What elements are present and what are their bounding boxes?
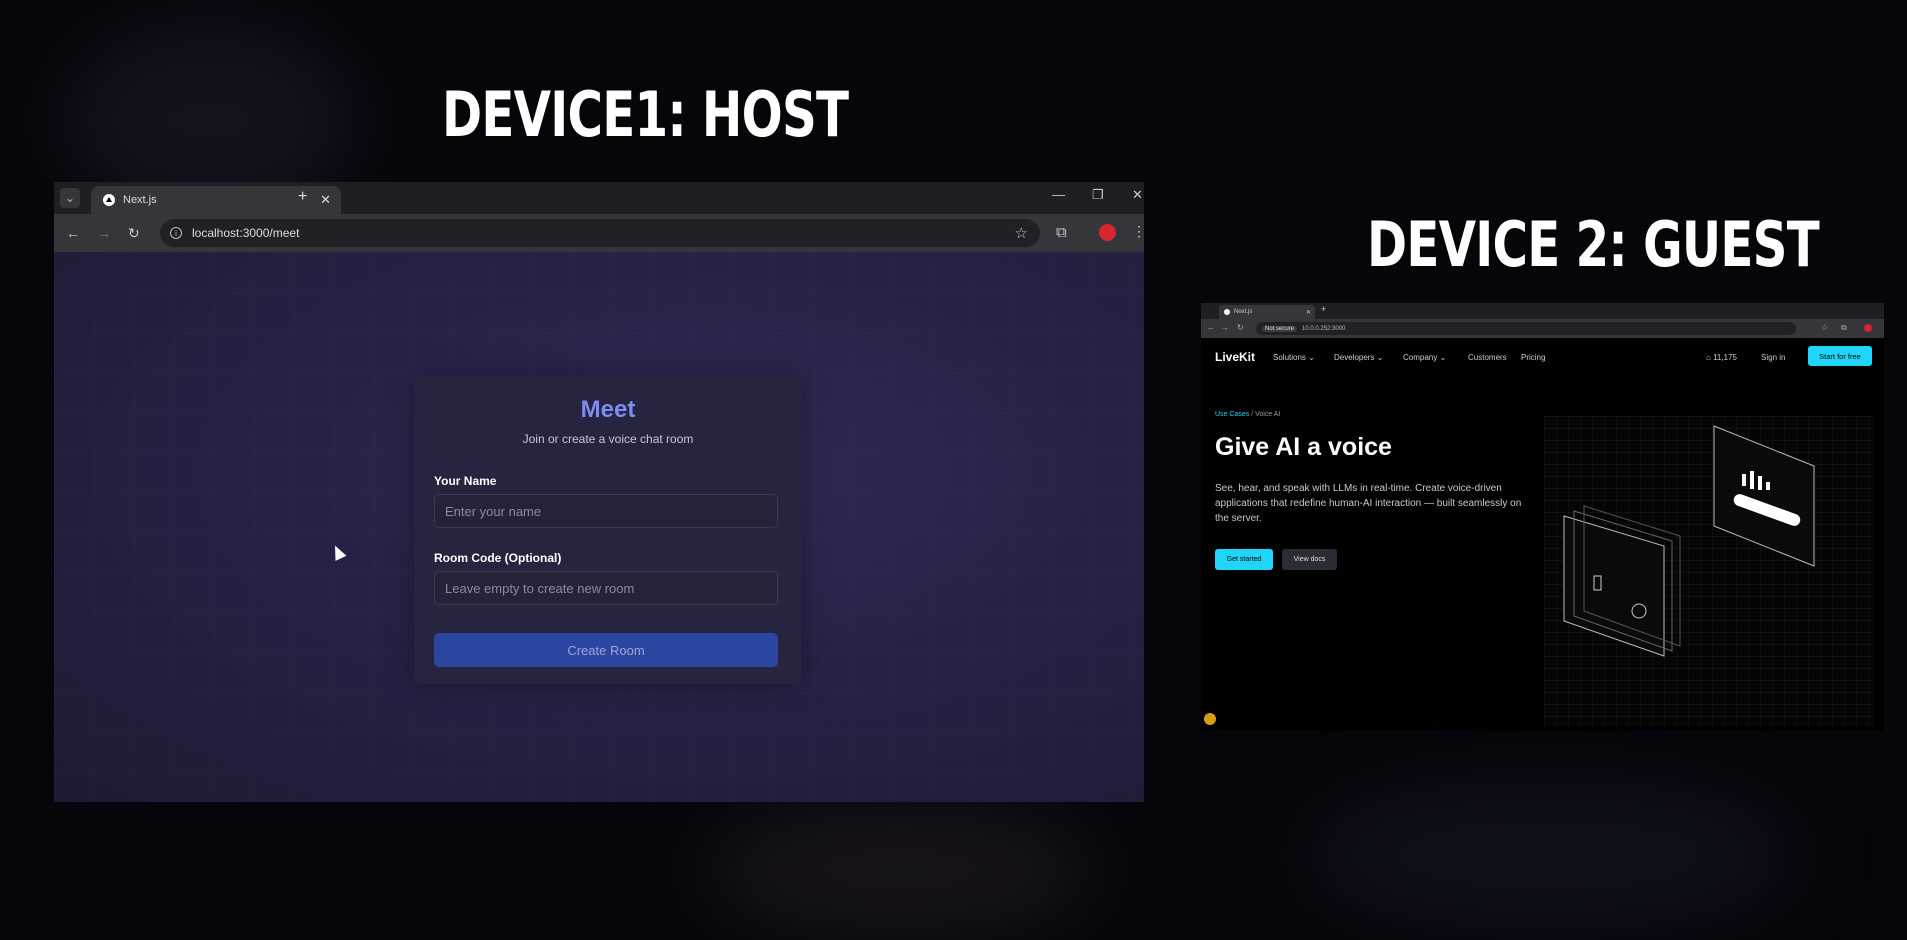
device-illustration-icon xyxy=(1563,425,1815,657)
name-input[interactable] xyxy=(434,494,778,528)
background-blur xyxy=(1300,780,1800,930)
sign-in-link[interactable]: Sign in xyxy=(1761,353,1785,362)
meet-title: Meet xyxy=(580,396,636,423)
nav-developers[interactable]: Developers ⌄ xyxy=(1334,353,1383,362)
breadcrumb-use-cases[interactable]: Use Cases xyxy=(1215,411,1249,418)
close-tab-icon[interactable]: ✕ xyxy=(1306,309,1311,316)
background-blur xyxy=(700,800,1100,940)
address-bar[interactable]: Not secure 10.0.0.252:3000 xyxy=(1256,322,1796,335)
guest-browser-window: Next.js ✕ + ← → ↻ Not secure 10.0.0.252:… xyxy=(1201,303,1884,731)
reload-icon[interactable]: ↻ xyxy=(1237,323,1244,332)
room-code-label: Room Code (Optional) xyxy=(434,551,562,565)
meet-page: Meet Join or create a voice chat room Yo… xyxy=(54,252,1144,802)
nav-pricing[interactable]: Pricing xyxy=(1521,353,1545,362)
profile-avatar[interactable] xyxy=(1864,324,1872,332)
device2-heading: DEVICE 2: GUEST xyxy=(1367,208,1820,281)
reload-icon[interactable]: ↻ xyxy=(128,225,140,242)
breadcrumb: Use Cases / Voice AI xyxy=(1215,411,1281,418)
github-stars[interactable]: ⌂ 11,175 xyxy=(1706,353,1737,362)
site-info-icon[interactable]: i xyxy=(170,227,182,239)
forward-icon[interactable]: → xyxy=(97,225,111,241)
tab-strip: Next.js ✕ + xyxy=(1201,303,1884,319)
hero-illustration xyxy=(1544,416,1874,726)
not-secure-badge[interactable]: Not secure xyxy=(1262,325,1298,332)
livekit-logo[interactable]: LiveKit xyxy=(1215,350,1255,364)
get-started-button[interactable]: Get started xyxy=(1215,549,1273,570)
bookmark-star-icon[interactable]: ☆ xyxy=(1015,224,1028,242)
livekit-navbar: LiveKit Solutions ⌄ Developers ⌄ Company… xyxy=(1201,338,1884,378)
start-free-button[interactable]: Start for free xyxy=(1808,346,1872,366)
nav-company[interactable]: Company ⌄ xyxy=(1403,353,1446,362)
profile-avatar[interactable] xyxy=(1099,224,1116,241)
name-label: Your Name xyxy=(434,474,497,488)
breadcrumb-voice-ai: Voice AI xyxy=(1255,411,1281,418)
tab-strip: ⌄ Next.js ✕ + — ❐ ✕ xyxy=(54,182,1144,214)
toolbar: ← → ↻ i localhost:3000/meet ☆ ⧉ ⋮ xyxy=(54,214,1144,252)
close-window-icon[interactable]: ✕ xyxy=(1132,187,1143,203)
tab-title: Next.js xyxy=(1234,309,1253,315)
restore-icon[interactable]: ❐ xyxy=(1092,187,1104,203)
extensions-icon[interactable]: ⧉ xyxy=(1841,323,1847,333)
forward-icon[interactable]: → xyxy=(1221,323,1229,332)
meet-card: Meet Join or create a voice chat room Yo… xyxy=(415,376,801,684)
nav-customers[interactable]: Customers xyxy=(1468,353,1507,362)
view-docs-button[interactable]: View docs xyxy=(1282,549,1337,570)
browser-tab[interactable]: Next.js ✕ xyxy=(1219,305,1315,319)
extensions-icon[interactable]: ⧉ xyxy=(1056,224,1067,241)
host-browser-window: ⌄ Next.js ✕ + — ❐ ✕ ← → ↻ i localhost:30… xyxy=(54,182,1144,802)
new-tab-icon[interactable]: + xyxy=(298,188,307,206)
hero-title: Give AI a voice xyxy=(1215,433,1392,461)
tab-title: Next.js xyxy=(123,194,157,206)
nav-solutions[interactable]: Solutions ⌄ xyxy=(1273,353,1315,362)
create-room-button[interactable]: Create Room xyxy=(434,633,778,667)
meet-subtitle: Join or create a voice chat room xyxy=(522,432,694,446)
bookmark-star-icon[interactable]: ☆ xyxy=(1821,323,1828,332)
nextjs-favicon-icon xyxy=(1224,309,1230,315)
address-bar[interactable]: i localhost:3000/meet ☆ xyxy=(160,219,1040,247)
back-icon[interactable]: ← xyxy=(66,225,80,241)
device1-heading: DEVICE1: HOST xyxy=(442,78,849,151)
room-code-input[interactable] xyxy=(434,571,778,605)
new-tab-icon[interactable]: + xyxy=(1321,304,1326,314)
hero-description: See, hear, and speak with LLMs in real-t… xyxy=(1215,483,1522,524)
close-tab-icon[interactable]: ✕ xyxy=(320,192,331,208)
tab-search-icon[interactable]: ⌄ xyxy=(60,188,80,208)
toolbar: ← → ↻ Not secure 10.0.0.252:3000 ☆ ⧉ xyxy=(1201,319,1884,338)
url-text: localhost:3000/meet xyxy=(192,226,300,240)
nextjs-favicon-icon xyxy=(103,194,115,206)
menu-icon[interactable]: ⋮ xyxy=(1132,223,1144,240)
url-text: 10.0.0.252:3000 xyxy=(1302,325,1346,332)
cursor-highlight xyxy=(1204,713,1216,725)
minimize-icon[interactable]: — xyxy=(1052,187,1065,202)
back-icon[interactable]: ← xyxy=(1207,323,1215,332)
